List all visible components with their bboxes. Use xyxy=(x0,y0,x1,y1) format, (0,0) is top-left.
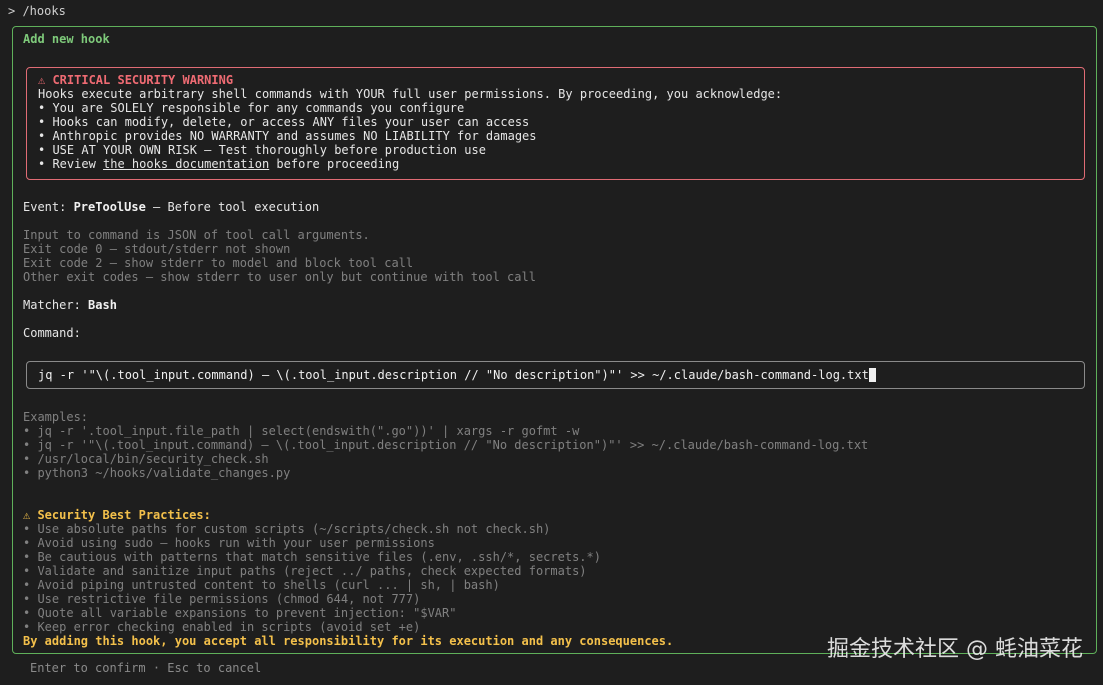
security-practices-section: ⚠ Security Best Practices: • Use absolut… xyxy=(23,508,673,648)
security-practice-item: • Quote all variable expansions to preve… xyxy=(23,606,457,620)
keyboard-hints: Enter to confirm · Esc to cancel xyxy=(30,661,262,675)
command-label: Command: xyxy=(23,326,81,340)
event-detail-line: Other exit codes – show stderr to user o… xyxy=(23,270,536,284)
watermark: 掘金技术社区 @ 蚝油菜花 xyxy=(827,637,1083,662)
warning-item: • Hooks can modify, delete, or access AN… xyxy=(38,115,530,129)
example-item: • python3 ~/hooks/validate_changes.py xyxy=(23,466,291,480)
panel-title: Add new hook xyxy=(23,32,110,46)
event-detail-line: Exit code 2 – show stderr to model and b… xyxy=(23,256,414,270)
examples-title: Examples: xyxy=(23,410,89,424)
command-input[interactable]: jq -r '"\(.tool_input.command) – \(.tool… xyxy=(26,361,1085,389)
warning-review-line: • Review the hooks documentation before … xyxy=(38,157,1084,171)
text-cursor xyxy=(868,368,876,382)
security-practice-item: • Avoid using sudo – hooks run with your… xyxy=(23,536,435,550)
security-practice-item: • Validate and sanitize input paths (rej… xyxy=(23,564,587,578)
warning-item: • USE AT YOUR OWN RISK – Test thoroughly… xyxy=(38,143,486,157)
warning-title: ⚠ CRITICAL SECURITY WARNING xyxy=(38,73,234,87)
event-details: Input to command is JSON of tool call ar… xyxy=(23,228,536,284)
security-practice-item: • Be cautious with patterns that match s… xyxy=(23,550,601,564)
add-hook-panel: Add new hook ⚠ CRITICAL SECURITY WARNING… xyxy=(12,26,1097,654)
command-value: jq -r '"\(.tool_input.command) – \(.tool… xyxy=(38,368,869,382)
security-practices-title: ⚠ Security Best Practices: xyxy=(23,508,211,522)
example-item: • jq -r '"\(.tool_input.command) – \(.to… xyxy=(23,438,869,452)
acceptance-notice: By adding this hook, you accept all resp… xyxy=(23,634,674,648)
security-practice-item: • Keep error checking enabled in scripts… xyxy=(23,620,421,634)
review-prefix: • Review xyxy=(38,157,104,171)
matcher-line: Matcher: Bash xyxy=(23,298,117,312)
examples-section: Examples: • jq -r '.tool_input.file_path… xyxy=(23,410,868,480)
security-practice-item: • Avoid piping untrusted content to shel… xyxy=(23,578,500,592)
event-name: PreToolUse xyxy=(73,200,146,214)
warning-item: • Anthropic provides NO WARRANTY and ass… xyxy=(38,129,537,143)
event-detail-line: Input to command is JSON of tool call ar… xyxy=(23,228,370,242)
event-desc: – Before tool execution xyxy=(145,200,320,214)
event-label: Event: xyxy=(23,200,74,214)
security-practice-item: • Use restrictive file permissions (chmo… xyxy=(23,592,421,606)
example-item: • jq -r '.tool_input.file_path | select(… xyxy=(23,424,580,438)
command-prompt: > /hooks xyxy=(8,4,66,18)
matcher-value: Bash xyxy=(88,298,117,312)
warning-item: • You are SOLELY responsible for any com… xyxy=(38,101,465,115)
security-practice-item: • Use absolute paths for custom scripts … xyxy=(23,522,551,536)
matcher-label: Matcher: xyxy=(23,298,89,312)
event-line: Event: PreToolUse – Before tool executio… xyxy=(23,200,319,214)
security-warning-box: ⚠ CRITICAL SECURITY WARNING Hooks execut… xyxy=(26,67,1085,180)
warning-intro: Hooks execute arbitrary shell commands w… xyxy=(38,87,783,101)
event-detail-line: Exit code 0 – stdout/stderr not shown xyxy=(23,242,291,256)
hooks-docs-link[interactable]: the hooks documentation xyxy=(103,157,269,171)
review-suffix: before proceeding xyxy=(269,157,400,171)
example-item: • /usr/local/bin/security_check.sh xyxy=(23,452,269,466)
